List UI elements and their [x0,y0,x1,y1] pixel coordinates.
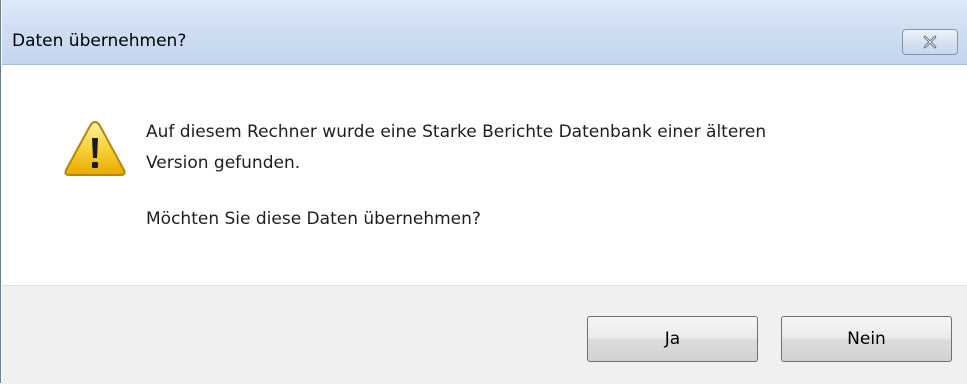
close-button[interactable] [902,29,958,55]
message-dialog: Daten übernehmen? Auf diesem Rechner wur… [0,0,967,384]
title-bar[interactable]: Daten übernehmen? [2,0,967,65]
yes-button[interactable]: Ja [587,316,758,362]
close-icon [922,35,938,49]
question-text: Möchten Sie diese Daten übernehmen? [146,209,481,229]
message-line-2: Version gefunden. [146,153,301,173]
no-button[interactable]: Nein [781,316,952,362]
dialog-title: Daten übernehmen? [12,31,187,51]
warning-icon [62,118,128,178]
message-line-1: Auf diesem Rechner wurde eine Starke Ber… [146,122,767,142]
